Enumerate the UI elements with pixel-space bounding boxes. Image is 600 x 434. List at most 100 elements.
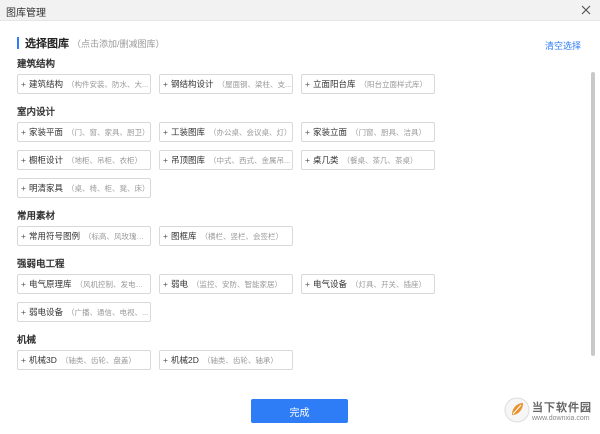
chip-name: 建筑结构 xyxy=(29,79,64,89)
watermark-url: www.downxia.com xyxy=(532,414,590,422)
close-button[interactable] xyxy=(578,2,594,18)
plus-icon: + xyxy=(21,79,26,89)
section-title: 建筑结构 xyxy=(17,59,56,70)
chip-name: 弱电设备 xyxy=(29,307,64,317)
header-title: 选择图库 xyxy=(25,38,69,50)
library-chip[interactable]: + 电气原理库 （风机控制、发电机） xyxy=(17,274,151,294)
chip-description: （桌、椅、柜、凳、床） xyxy=(67,183,150,193)
chip-description: （地柜、吊柜、衣柜） xyxy=(67,155,143,165)
chip-name: 机械3D xyxy=(29,355,57,365)
plus-icon: + xyxy=(21,183,26,193)
chip-description: （构件安装、防水、大... xyxy=(67,79,149,89)
plus-icon: + xyxy=(163,79,168,89)
chip-name: 图框库 xyxy=(171,231,197,241)
plus-icon: + xyxy=(163,155,168,165)
chip-description: （餐桌、茶几、茶桌） xyxy=(342,155,418,165)
chip-name: 常用符号图例 xyxy=(29,231,81,241)
plus-icon: + xyxy=(21,127,26,137)
scrollbar-thumb[interactable] xyxy=(591,72,595,356)
library-chip[interactable]: + 机械2D （轴类、齿轮、轴承） xyxy=(159,350,293,370)
section-title: 室内设计 xyxy=(17,107,56,118)
chip-description: （屋面钢、梁柱、支... xyxy=(217,79,292,89)
chip-description: （风机控制、发电机） xyxy=(75,279,150,289)
library-chip[interactable]: + 家装平面 （门、窗、家具、厨卫） xyxy=(17,122,151,142)
plus-icon: + xyxy=(163,127,168,137)
plus-icon: + xyxy=(21,279,26,289)
leaf-logo-icon xyxy=(504,397,530,423)
chip-name: 家装立面 xyxy=(313,127,348,137)
chip-description: （门窗、厨具、洁具） xyxy=(351,127,427,137)
plus-icon: + xyxy=(163,355,168,365)
watermark: 当下软件园 www.downxia.com xyxy=(504,397,592,423)
chip-name: 钢结构设计 xyxy=(171,79,214,89)
chip-group: + 家装平面 （门、窗、家具、厨卫） + 工装图库 （办公桌、会议桌、灯） + 家装立面 （门窗… xyxy=(17,122,584,206)
close-icon xyxy=(581,5,591,15)
plus-icon: + xyxy=(21,231,26,241)
section-title: 强弱电工程 xyxy=(17,259,65,270)
library-section: 机械 + 机械3D （轴类、齿轮、盘盖） + 机械2D （轴类、齿轮、轴承） xyxy=(17,334,584,378)
library-chip[interactable]: + 常用符号图例 （标高、风玫瑰、... xyxy=(17,226,151,246)
chip-description: （门、窗、家具、厨卫） xyxy=(67,127,150,137)
plus-icon: + xyxy=(305,279,310,289)
library-chip[interactable]: + 立面阳台库 （阳台立面样式库） xyxy=(301,74,435,94)
library-chip[interactable]: + 橱柜设计 （地柜、吊柜、衣柜） xyxy=(17,150,151,170)
chip-description: （灯具、开关、插座） xyxy=(351,279,427,289)
chip-name: 吊顶图库 xyxy=(171,155,206,165)
chip-description: （标高、风玫瑰、... xyxy=(84,231,150,241)
library-chip[interactable]: + 弱电 （监控、安防、智能家居） xyxy=(159,274,293,294)
library-section: 建筑结构 + 建筑结构 （构件安装、防水、大... + 钢结构设计 （屋面钢、梁柱、支...… xyxy=(17,58,584,102)
plus-icon: + xyxy=(21,355,26,365)
chip-description: （横栏、竖栏、会签栏） xyxy=(200,231,284,241)
library-chip[interactable]: + 明清家具 （桌、椅、柜、凳、床） xyxy=(17,178,151,198)
chip-name: 机械2D xyxy=(171,355,199,365)
library-chip[interactable]: + 机械3D （轴类、齿轮、盘盖） xyxy=(17,350,151,370)
chip-name: 家装平面 xyxy=(29,127,64,137)
library-chip[interactable]: + 工装图库 （办公桌、会议桌、灯） xyxy=(159,122,293,142)
plus-icon: + xyxy=(21,155,26,165)
chip-name: 弱电 xyxy=(171,279,189,289)
section-title: 机械 xyxy=(17,335,37,346)
watermark-text: 当下软件园 xyxy=(532,401,592,414)
library-section: 常用素材 + 常用符号图例 （标高、风玫瑰、... + 图框库 （横栏、竖栏、会签栏） xyxy=(17,210,584,254)
plus-icon: + xyxy=(305,155,310,165)
done-button[interactable]: 完成 xyxy=(251,399,348,423)
library-chip[interactable]: + 家装立面 （门窗、厨具、洁具） xyxy=(301,122,435,142)
chip-name: 立面阳台库 xyxy=(313,79,356,89)
chip-name: 橱柜设计 xyxy=(29,155,64,165)
chip-group: + 常用符号图例 （标高、风玫瑰、... + 图框库 （横栏、竖栏、会签栏） xyxy=(17,226,584,254)
plus-icon: + xyxy=(305,127,310,137)
chip-description: （阳台立面样式库） xyxy=(359,79,428,89)
chip-group: + 电气原理库 （风机控制、发电机） + 弱电 （监控、安防、智能家居） + 电气设备 （灯具、… xyxy=(17,274,584,330)
chip-description: （中式、西式、金属吊... xyxy=(209,155,291,165)
chip-group: + 建筑结构 （构件安装、防水、大... + 钢结构设计 （屋面钢、梁柱、支... + 立面阳… xyxy=(17,74,584,102)
plus-icon: + xyxy=(21,307,26,317)
section-title: 常用素材 xyxy=(17,211,56,222)
library-chip[interactable]: + 弱电设备 （广播、通信、电视、... xyxy=(17,302,151,322)
header-hint: （点击添加/删减图库） xyxy=(72,38,165,49)
library-chip[interactable]: + 钢结构设计 （屋面钢、梁柱、支... xyxy=(159,74,293,94)
library-chip[interactable]: + 电气设备 （灯具、开关、插座） xyxy=(301,274,435,294)
library-chip[interactable]: + 桌几类 （餐桌、茶几、茶桌） xyxy=(301,150,435,170)
window-title: 图库管理 xyxy=(6,8,46,19)
header-accent-bar xyxy=(17,37,19,49)
library-chip[interactable]: + 建筑结构 （构件安装、防水、大... xyxy=(17,74,151,94)
chip-description: （广播、通信、电视、... xyxy=(67,307,149,317)
chip-name: 电气设备 xyxy=(313,279,348,289)
chip-name: 工装图库 xyxy=(171,127,206,137)
chip-description: （轴类、齿轮、盘盖） xyxy=(60,355,136,365)
chip-description: （办公桌、会议桌、灯） xyxy=(209,127,292,137)
clear-selection-link[interactable]: 清空选择 xyxy=(545,39,581,52)
library-chip[interactable]: + 图框库 （横栏、竖栏、会签栏） xyxy=(159,226,293,246)
section-header: 选择图库 （点击添加/删减图库） xyxy=(17,36,165,50)
chip-name: 桌几类 xyxy=(313,155,339,165)
plus-icon: + xyxy=(163,279,168,289)
chip-name: 电气原理库 xyxy=(29,279,72,289)
library-section: 室内设计 + 家装平面 （门、窗、家具、厨卫） + 工装图库 （办公桌、会议桌、灯） + 家装立… xyxy=(17,106,584,206)
title-bar: 图库管理 xyxy=(0,0,600,21)
chip-description: （轴类、齿轮、轴承） xyxy=(202,355,278,365)
library-list: 建筑结构 + 建筑结构 （构件安装、防水、大... + 钢结构设计 （屋面钢、梁柱、支...… xyxy=(17,58,584,382)
plus-icon: + xyxy=(163,231,168,241)
chip-name: 明清家具 xyxy=(29,183,64,193)
plus-icon: + xyxy=(305,79,310,89)
library-chip[interactable]: + 吊顶图库 （中式、西式、金属吊... xyxy=(159,150,293,170)
